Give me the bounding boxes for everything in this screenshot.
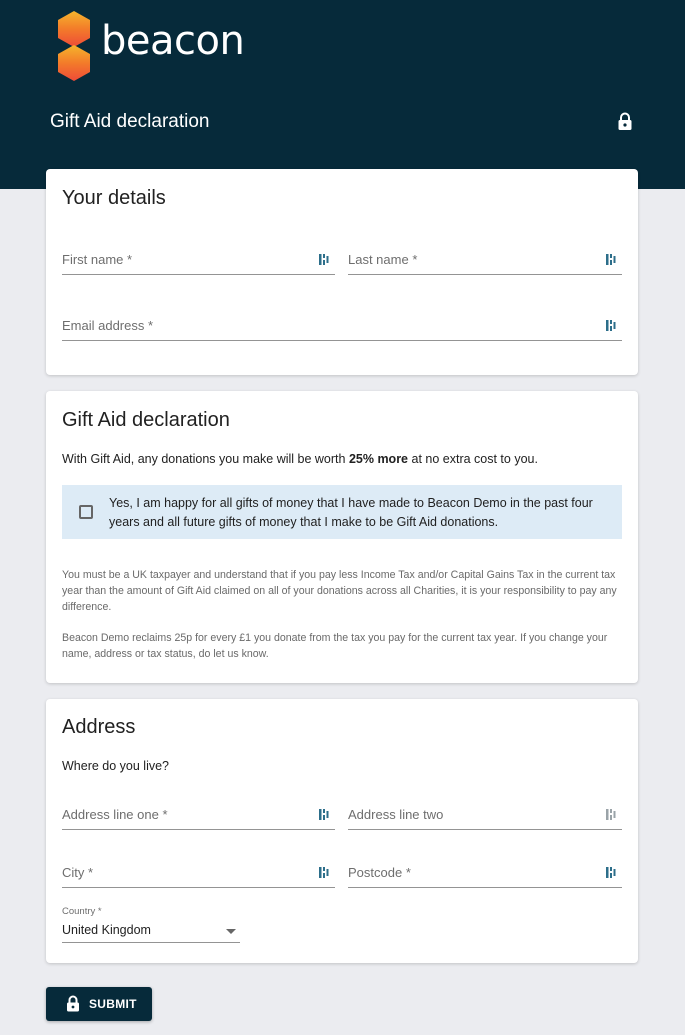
country-select[interactable]: United Kingdom bbox=[62, 921, 240, 943]
address-title: Address bbox=[62, 716, 136, 738]
gift-aid-title: Gift Aid declaration bbox=[62, 409, 230, 431]
city-label: City * bbox=[62, 865, 94, 880]
password-manager-icon[interactable] bbox=[319, 866, 329, 879]
address-line-two-label: Address line two bbox=[348, 807, 444, 822]
address-line-one-field[interactable]: Address line one * bbox=[62, 800, 335, 830]
city-field[interactable]: City * bbox=[62, 858, 335, 888]
gift-aid-consent[interactable]: Yes, I am happy for all gifts of money t… bbox=[62, 485, 622, 539]
submit-label: SUBMIT bbox=[89, 997, 137, 1011]
address-subtitle: Where do you live? bbox=[62, 759, 170, 773]
intro-text: With Gift Aid, any donations you make wi… bbox=[62, 452, 349, 466]
consent-text: Yes, I am happy for all gifts of money t… bbox=[109, 496, 593, 529]
gift-aid-checkbox[interactable] bbox=[79, 505, 93, 519]
reclaim-notice: Beacon Demo reclaims 25p for every £1 yo… bbox=[62, 632, 608, 660]
taxpayer-notice: You must be a UK taxpayer and understand… bbox=[62, 569, 617, 613]
password-manager-icon[interactable] bbox=[319, 253, 329, 266]
beacon-logo-icon bbox=[58, 11, 90, 81]
password-manager-icon[interactable] bbox=[606, 253, 616, 266]
address-line-two-field[interactable]: Address line two bbox=[348, 800, 622, 830]
lock-icon bbox=[618, 112, 632, 130]
last-name-field[interactable]: Last name * bbox=[348, 245, 622, 275]
submit-button[interactable]: SUBMIT bbox=[46, 987, 152, 1021]
postcode-field[interactable]: Postcode * bbox=[348, 858, 622, 888]
page-title: Gift Aid declaration bbox=[50, 111, 210, 132]
header: beacon Gift Aid declaration bbox=[0, 0, 685, 189]
country-label: Country * bbox=[62, 906, 102, 917]
password-manager-icon[interactable] bbox=[606, 319, 616, 332]
your-details-card: Your details First name * Last name * Em… bbox=[46, 169, 638, 375]
gift-aid-intro: With Gift Aid, any donations you make wi… bbox=[62, 452, 538, 466]
email-label: Email address * bbox=[62, 318, 154, 333]
address-card: Address Where do you live? Address line … bbox=[46, 699, 638, 963]
your-details-title: Your details bbox=[62, 187, 166, 209]
password-manager-icon[interactable] bbox=[319, 808, 329, 821]
first-name-label: First name * bbox=[62, 252, 133, 267]
email-field[interactable]: Email address * bbox=[62, 311, 622, 341]
password-manager-icon[interactable] bbox=[606, 808, 616, 821]
password-manager-icon[interactable] bbox=[606, 866, 616, 879]
chevron-down-icon[interactable] bbox=[226, 929, 236, 934]
intro-highlight: 25% more bbox=[348, 452, 409, 466]
brand-name: beacon bbox=[101, 18, 245, 64]
intro-text-end: at no extra cost to you. bbox=[408, 452, 538, 466]
last-name-label: Last name * bbox=[348, 252, 418, 267]
first-name-field[interactable]: First name * bbox=[62, 245, 335, 275]
address-line-one-label: Address line one * bbox=[62, 807, 168, 822]
beacon-logo: beacon bbox=[56, 11, 266, 83]
country-value: United Kingdom bbox=[62, 923, 151, 937]
lock-icon bbox=[67, 995, 79, 1012]
gift-aid-card: Gift Aid declaration With Gift Aid, any … bbox=[46, 391, 638, 683]
postcode-label: Postcode * bbox=[348, 865, 411, 880]
